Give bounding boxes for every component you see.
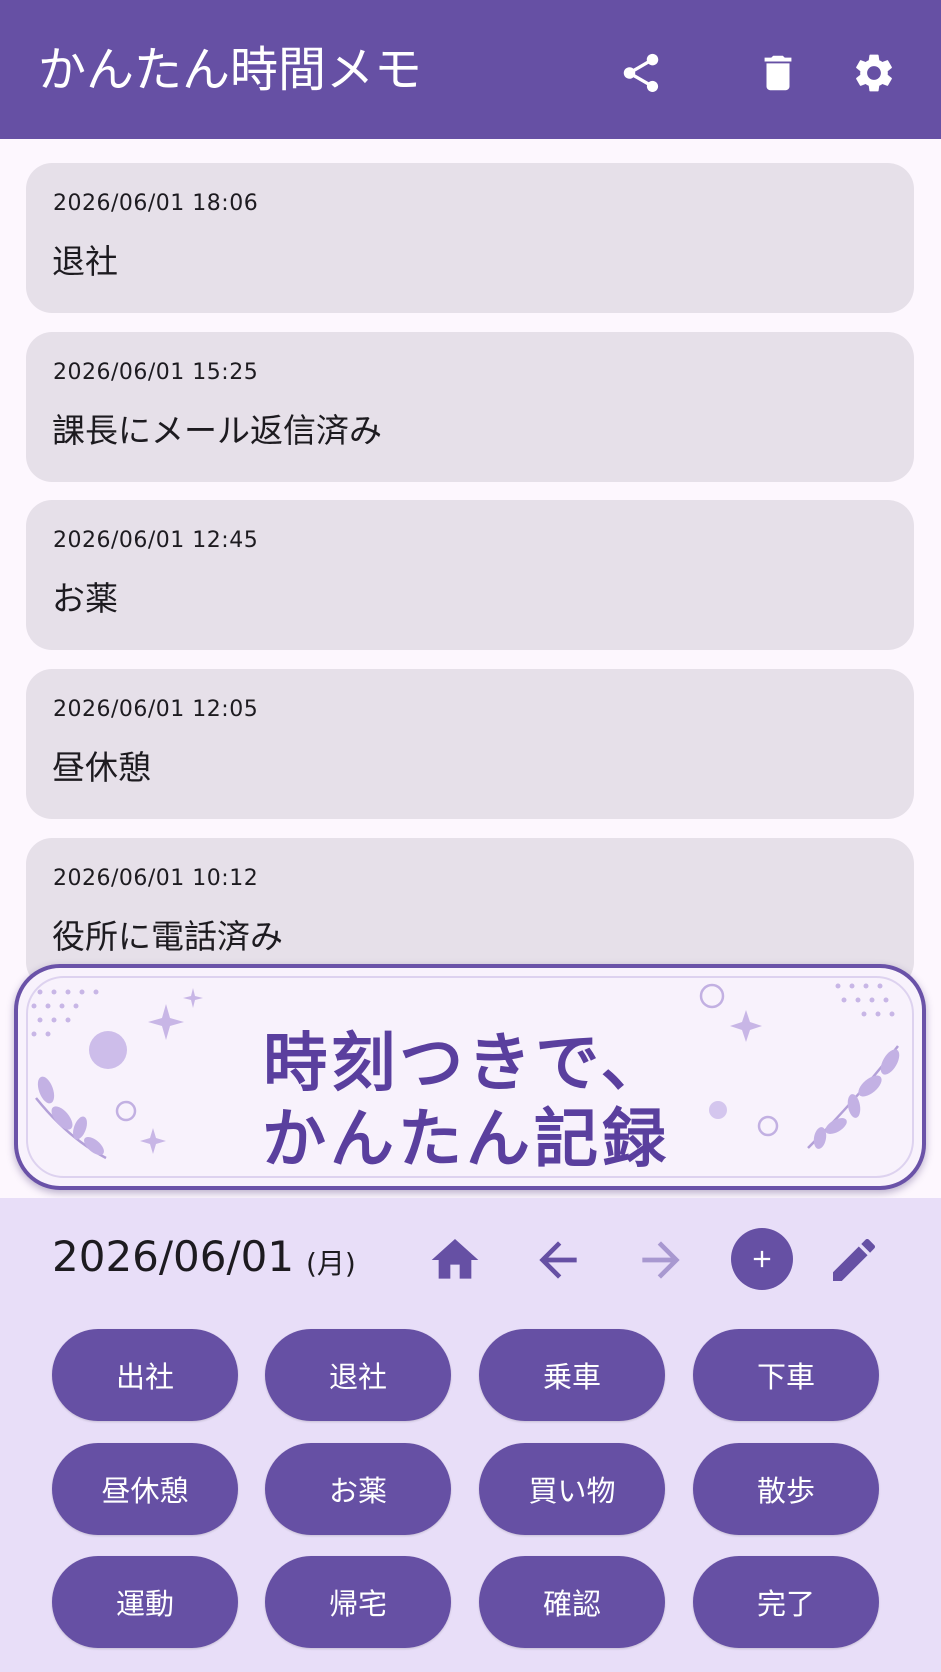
quick-button-kitaku[interactable]: 帰宅 — [265, 1556, 451, 1648]
quick-button-josha[interactable]: 乗車 — [479, 1329, 665, 1421]
entry-text: 昼休憩 — [52, 748, 151, 787]
quick-button-hirukyukei[interactable]: 昼休憩 — [52, 1443, 238, 1535]
quick-button-kanryo[interactable]: 完了 — [693, 1556, 879, 1648]
entry-card[interactable]: 2026/06/01 18:06 退社 — [26, 163, 914, 313]
quick-button-taisha[interactable]: 退社 — [265, 1329, 451, 1421]
add-button[interactable] — [731, 1228, 793, 1290]
bottom-panel: 2026/06/01 (月) 出社 退社 乗車 下車 昼休憩 お薬 買い物 散歩… — [0, 1198, 941, 1672]
home-icon[interactable] — [427, 1232, 483, 1288]
entry-card[interactable]: 2026/06/01 15:25 課長にメール返信済み — [26, 332, 914, 482]
quick-button-kaimono[interactable]: 買い物 — [479, 1443, 665, 1535]
entry-time: 2026/06/01 15:25 — [53, 360, 259, 385]
entry-card[interactable]: 2026/06/01 12:45 お薬 — [26, 500, 914, 650]
pencil-icon[interactable] — [826, 1232, 882, 1288]
quick-button-kakunin[interactable]: 確認 — [479, 1556, 665, 1648]
entry-time: 2026/06/01 10:12 — [53, 866, 259, 891]
entry-card[interactable]: 2026/06/01 12:05 昼休憩 — [26, 669, 914, 819]
current-date: 2026/06/01 — [52, 1232, 295, 1281]
promo-banner: 時刻つきで、 かんたん記録 — [14, 964, 926, 1190]
quick-button-gesha[interactable]: 下車 — [693, 1329, 879, 1421]
entry-time: 2026/06/01 12:45 — [53, 528, 259, 553]
entry-text: お薬 — [52, 579, 118, 618]
banner-line-2: かんたん記録 — [262, 1103, 670, 1177]
arrow-right-icon[interactable] — [633, 1232, 689, 1288]
entry-text: 役所に電話済み — [52, 917, 283, 956]
share-icon[interactable] — [618, 50, 664, 96]
quick-button-sanpo[interactable]: 散歩 — [693, 1443, 879, 1535]
entry-text: 課長にメール返信済み — [52, 411, 382, 450]
add-icon — [753, 1250, 771, 1268]
trash-icon[interactable] — [755, 50, 801, 96]
entry-text: 退社 — [52, 242, 118, 281]
weekday-label: (月) — [306, 1247, 356, 1280]
entry-time: 2026/06/01 12:05 — [53, 697, 259, 722]
quick-button-shussha[interactable]: 出社 — [52, 1329, 238, 1421]
app-title: かんたん時間メモ — [38, 42, 423, 98]
app-bar: かんたん時間メモ — [0, 0, 941, 139]
arrow-left-icon[interactable] — [530, 1232, 586, 1288]
gear-icon[interactable] — [851, 50, 897, 96]
quick-button-undo[interactable]: 運動 — [52, 1556, 238, 1648]
entry-time: 2026/06/01 18:06 — [53, 191, 259, 216]
quick-button-okusuri[interactable]: お薬 — [265, 1443, 451, 1535]
